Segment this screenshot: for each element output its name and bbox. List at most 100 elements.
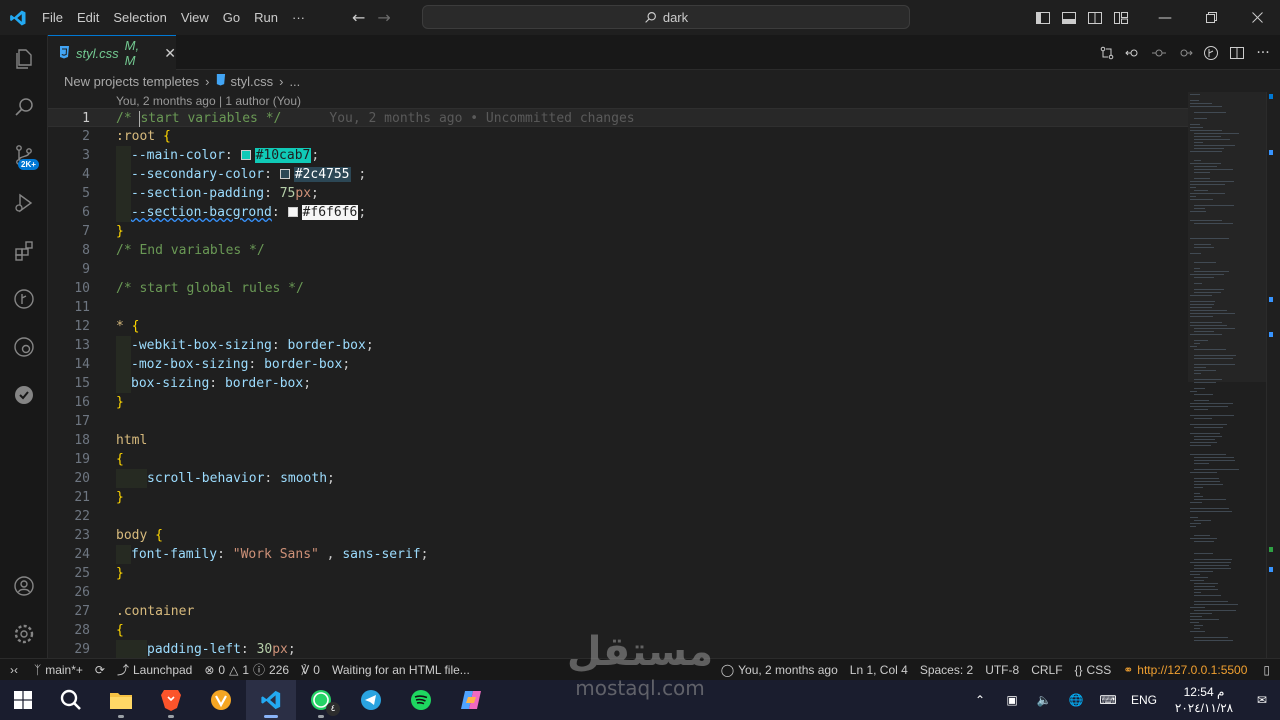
code-line[interactable]: 13 -webkit-box-sizing: border-box; — [48, 336, 1188, 355]
code-line[interactable]: 4 --secondary-color: #2c4755 ; — [48, 165, 1188, 184]
code-line[interactable]: 17 — [48, 412, 1188, 431]
close-icon[interactable]: ✕ — [164, 45, 176, 62]
code-line[interactable]: 3 --main-color: #10cab7; — [48, 146, 1188, 165]
live-server[interactable]: ⚭ http://127.0.0.1:5500 — [1117, 663, 1253, 677]
vpn-icon[interactable] — [196, 680, 246, 720]
source-control-icon[interactable]: 2K+ — [0, 131, 48, 179]
menu-selection[interactable]: Selection — [106, 0, 173, 35]
code-line[interactable]: 1/* start variables */You, 2 months ago … — [48, 108, 1188, 127]
keyboard-icon[interactable]: ⌨ — [1092, 680, 1124, 720]
search-icon[interactable] — [0, 83, 48, 131]
code-line[interactable]: 25} — [48, 564, 1188, 583]
account-icon[interactable] — [0, 562, 48, 610]
code-line[interactable]: 22 — [48, 507, 1188, 526]
code-line[interactable]: 20 scroll-behavior: smooth; — [48, 469, 1188, 488]
code-line[interactable]: 29 padding-left: 30px; — [48, 640, 1188, 658]
command-center-search[interactable]: dark — [422, 5, 910, 29]
brave-icon[interactable] — [146, 680, 196, 720]
code-line[interactable]: 23 body { — [48, 526, 1188, 545]
code-line[interactable]: 15 box-sizing: border-box; — [48, 374, 1188, 393]
code-line[interactable]: 6 --section-bacgrond: #f6f6f6; — [48, 203, 1188, 222]
search-icon[interactable] — [46, 680, 96, 720]
vertical-scrollbar[interactable] — [1266, 92, 1280, 658]
menu-file[interactable]: File — [35, 0, 70, 35]
sync-icon[interactable]: ⟳ — [89, 663, 111, 677]
open-changes-icon[interactable] — [1098, 44, 1116, 62]
remote-explorer-icon[interactable] — [0, 323, 48, 371]
code-line[interactable]: 14 -moz-box-sizing: border-box; — [48, 355, 1188, 374]
code-line[interactable]: 10/* start global rules */ — [48, 279, 1188, 298]
menu-run[interactable]: Run — [247, 0, 285, 35]
close-icon[interactable] — [1234, 0, 1280, 35]
network-globe-icon[interactable]: 🌐 — [1060, 680, 1092, 720]
code-line[interactable]: 2:root { — [48, 127, 1188, 146]
ports-indicator[interactable]: ℣ 0 — [295, 663, 326, 677]
extensions-icon[interactable] — [0, 227, 48, 275]
customize-layout-icon[interactable] — [1108, 0, 1134, 35]
git-graph-icon[interactable] — [0, 275, 48, 323]
split-editor-icon[interactable] — [1228, 44, 1246, 62]
meet-now-icon[interactable]: ▣ — [996, 680, 1028, 720]
menu-view[interactable]: View — [174, 0, 216, 35]
clock[interactable]: 12:54 م ٢٠٢٤/١١/٢٨ — [1164, 684, 1244, 716]
language-indicator[interactable]: ENG — [1124, 680, 1164, 720]
code-line[interactable]: 28{ — [48, 621, 1188, 640]
notifications-icon[interactable]: ✉ — [1244, 680, 1280, 720]
code-line[interactable]: 18 html — [48, 431, 1188, 450]
menu-go[interactable]: Go — [216, 0, 247, 35]
color-swatch[interactable] — [240, 149, 251, 160]
code-line[interactable]: 11 — [48, 298, 1188, 317]
toggle-panel-icon[interactable] — [1056, 0, 1082, 35]
notifications-bell-icon[interactable]: ▯ — [1253, 663, 1280, 677]
code-line[interactable]: 19{ — [48, 450, 1188, 469]
whatsapp-icon[interactable]: ٤ — [296, 680, 346, 720]
code-line[interactable]: 24 font-family: "Work Sans" , sans-serif; — [48, 545, 1188, 564]
menu-edit[interactable]: Edit — [70, 0, 106, 35]
launchpad[interactable]: ⤴ Launchpad — [111, 661, 198, 678]
vscode-icon[interactable] — [246, 680, 296, 720]
more-actions-icon[interactable]: ··· — [1254, 44, 1272, 62]
volume-icon[interactable]: 🔈 — [1028, 680, 1060, 720]
cursor-position[interactable]: Ln 1, Col 4 — [844, 663, 914, 677]
remote-indicator-icon[interactable]: ›‹ — [0, 663, 28, 677]
minimap[interactable] — [1188, 92, 1266, 658]
code-line[interactable]: 21} — [48, 488, 1188, 507]
breadcrumb-file[interactable]: styl.css — [230, 74, 273, 89]
next-change-icon[interactable] — [1176, 44, 1194, 62]
encoding[interactable]: UTF-8 — [979, 663, 1025, 677]
tab-styl-css[interactable]: styl.css M, M ✕ — [48, 35, 176, 70]
indentation[interactable]: Spaces: 2 — [914, 663, 979, 677]
restore-icon[interactable] — [1188, 0, 1234, 35]
chevron-up-icon[interactable]: ⌃ — [964, 680, 996, 720]
code-line[interactable]: 5 --section-padding: 75px; — [48, 184, 1188, 203]
code-line[interactable]: 27 .container — [48, 602, 1188, 621]
spotify-icon[interactable] — [396, 680, 446, 720]
problems-indicator[interactable]: ⊗ 0 △ 1 ⓘ 226 — [198, 661, 295, 678]
code-line[interactable]: 7} — [48, 222, 1188, 241]
menu-more[interactable]: ··· — [285, 0, 312, 35]
color-swatch[interactable] — [279, 168, 290, 179]
codelens-author[interactable]: You, 2 months ago | 1 author (You) — [116, 94, 301, 108]
git-commit-icon[interactable] — [1150, 44, 1168, 62]
file-explorer-icon[interactable] — [96, 680, 146, 720]
code-line[interactable]: 9 — [48, 260, 1188, 279]
end-of-line[interactable]: CRLF — [1025, 663, 1068, 677]
windows-start-icon[interactable] — [0, 680, 46, 720]
code-line[interactable]: 8/* End variables */ — [48, 241, 1188, 260]
toggle-secondary-sidebar-icon[interactable] — [1082, 0, 1108, 35]
settings-icon[interactable] — [0, 610, 48, 658]
branch-indicator[interactable]: ᛉ main*+ — [28, 663, 89, 677]
testing-icon[interactable] — [0, 371, 48, 419]
code-editor[interactable]: You, 2 months ago | 1 author (You) 1/* s… — [48, 92, 1188, 658]
gitlens-icon[interactable] — [1202, 44, 1220, 62]
toggle-primary-sidebar-icon[interactable] — [1030, 0, 1056, 35]
blame-status[interactable]: ◯ You, 2 months ago — [715, 663, 844, 677]
breadcrumb-more[interactable]: ... — [289, 74, 300, 89]
copilot-icon[interactable] — [446, 680, 496, 720]
language-mode[interactable]: {} CSS — [1069, 663, 1118, 677]
code-line[interactable]: 26 — [48, 583, 1188, 602]
forward-arrow-icon[interactable]: → — [377, 8, 390, 27]
code-line[interactable]: 16} — [48, 393, 1188, 412]
color-swatch[interactable] — [287, 206, 298, 217]
breadcrumb-folder[interactable]: New projects templetes — [64, 74, 199, 89]
